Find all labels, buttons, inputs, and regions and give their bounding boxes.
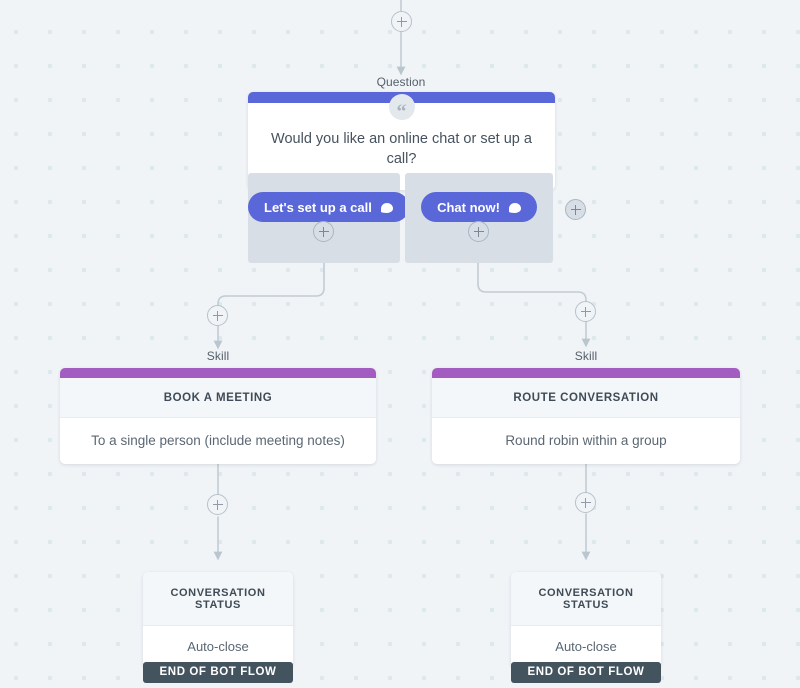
status-left-title: CONVERSATION STATUS — [143, 572, 293, 626]
skill-left-title: BOOK A MEETING — [60, 378, 376, 418]
end-of-bot-flow-left[interactable]: END OF BOT FLOW — [143, 662, 293, 683]
option-panel-2: Chat now! — [405, 173, 553, 263]
status-right-title: CONVERSATION STATUS — [511, 572, 661, 626]
add-option-button[interactable] — [565, 199, 586, 220]
add-step-after-skill-left-button[interactable] — [207, 494, 228, 515]
quote-icon: “ — [388, 94, 415, 122]
chat-bubble-icon — [508, 202, 521, 213]
skill-left-description: To a single person (include meeting note… — [91, 433, 345, 448]
skill-node-route-conversation[interactable]: ROUTE CONVERSATION Round robin within a … — [432, 368, 740, 464]
skill-right-description: Round robin within a group — [505, 433, 667, 448]
question-text: Would you like an online chat or set up … — [271, 131, 532, 168]
end-of-bot-flow-right-button[interactable]: END OF BOT FLOW — [511, 662, 661, 683]
conversation-status-node-left[interactable]: CONVERSATION STATUS Auto-close — [143, 572, 293, 668]
end-of-bot-flow-right[interactable]: END OF BOT FLOW — [511, 662, 661, 683]
add-step-option-1-button[interactable] — [313, 221, 334, 242]
option-button-chat-now[interactable]: Chat now! — [421, 192, 537, 222]
end-of-bot-flow-left-button[interactable]: END OF BOT FLOW — [143, 662, 293, 683]
skill-right-title: ROUTE CONVERSATION — [432, 378, 740, 418]
option-panel-1: Let's set up a call — [248, 173, 409, 263]
option-label-2: Chat now! — [437, 199, 500, 215]
skill-left-node-label: Skill — [206, 349, 230, 363]
flow-canvas: Question “ Would you like an online chat… — [0, 0, 800, 688]
option-label-1: Let's set up a call — [264, 199, 372, 215]
skill-card-accent-bar — [60, 368, 376, 378]
add-step-branch-right-button[interactable] — [575, 301, 596, 322]
skill-card-accent-bar — [432, 368, 740, 378]
skill-right-node-label: Skill — [574, 349, 598, 363]
question-node-label: Question — [376, 75, 426, 89]
chat-bubble-icon — [380, 202, 393, 213]
add-step-branch-left-button[interactable] — [207, 305, 228, 326]
conversation-status-node-right[interactable]: CONVERSATION STATUS Auto-close — [511, 572, 661, 668]
option-button-set-up-call[interactable]: Let's set up a call — [248, 192, 409, 222]
add-step-option-2-button[interactable] — [468, 221, 489, 242]
skill-node-book-a-meeting[interactable]: BOOK A MEETING To a single person (inclu… — [60, 368, 376, 464]
add-step-after-skill-right-button[interactable] — [575, 492, 596, 513]
add-step-top-button[interactable] — [391, 11, 412, 32]
